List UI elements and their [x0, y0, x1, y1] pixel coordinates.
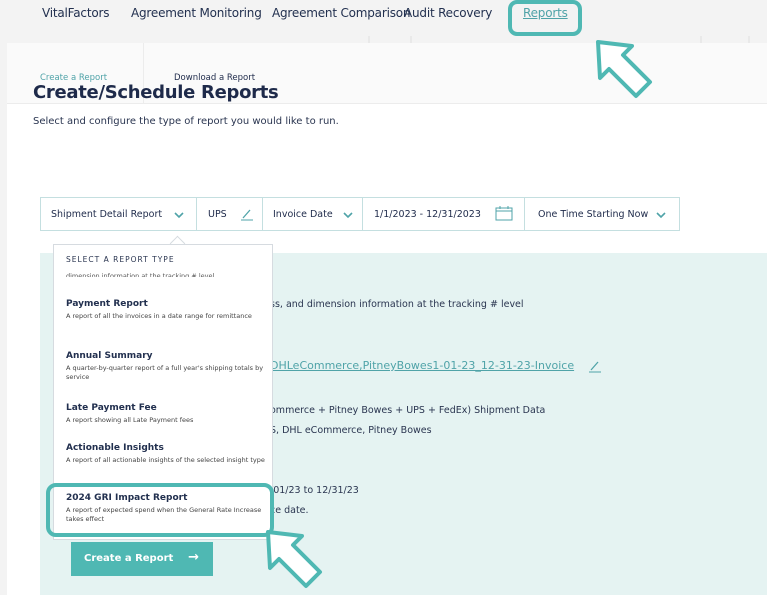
report-filter-bar: Shipment Detail Report UPS Invoice Date …	[40, 197, 680, 231]
create-report-label: Create a Report	[84, 553, 174, 564]
callout-arrow-icon	[266, 530, 322, 588]
nav-item-agreement-comparison[interactable]: Agreement Comparison	[272, 6, 411, 20]
create-report-button[interactable]: Create a Report →	[71, 542, 213, 576]
report-option-late-payment-fee[interactable]: Late Payment Fee A report showing all La…	[66, 403, 266, 425]
nav-item-vitalfactors[interactable]: VitalFactors	[42, 6, 109, 20]
report-option-annual-summary[interactable]: Annual Summary A quarter-by-quarter repo…	[66, 351, 266, 382]
reports-highlight	[508, 0, 582, 36]
date-field-select[interactable]: Invoice Date	[263, 198, 363, 230]
report-option-desc: A quarter-by-quarter report of a full ye…	[66, 364, 264, 381]
pencil-icon[interactable]	[588, 359, 602, 373]
date-range-picker[interactable]: 1/1/2023 - 12/31/2023	[363, 198, 525, 230]
date-range-value: 1/1/2023 - 12/31/2023	[374, 209, 481, 220]
dropdown-scrolled-text: dimension information at the tracking # …	[66, 272, 215, 277]
top-nav: VitalFactors Agreement Monitoring Agreem…	[0, 0, 767, 36]
nav-item-audit-recovery[interactable]: Audit Recovery	[404, 6, 492, 20]
report-option-name: Annual Summary	[66, 351, 153, 361]
pencil-icon[interactable]	[240, 207, 254, 221]
summary-description: ss, and dimension information at the tra…	[270, 299, 524, 310]
report-option-payment[interactable]: Payment Report A report of all the invoi…	[66, 299, 266, 321]
report-option-name: Actionable Insights	[66, 443, 164, 453]
carrier-field[interactable]: UPS	[197, 198, 263, 230]
arrow-right-icon: →	[188, 550, 199, 565]
carrier-value: UPS	[208, 209, 227, 220]
page-title: Create/Schedule Reports	[33, 82, 279, 103]
summary-date-type: ce date.	[270, 505, 309, 516]
summary-date-range: /01/23 to 12/31/23	[270, 485, 359, 496]
schedule-value: One Time Starting Now	[538, 209, 649, 220]
chevron-down-icon	[656, 212, 666, 219]
chevron-down-icon	[174, 212, 184, 219]
report-type-select[interactable]: Shipment Detail Report	[41, 198, 197, 230]
report-option-name: Late Payment Fee	[66, 403, 157, 413]
report-option-desc: A report showing all Late Payment fees	[66, 416, 194, 424]
report-option-name: Payment Report	[66, 299, 148, 309]
page-subtitle: Select and configure the type of report …	[33, 116, 339, 127]
nav-item-agreement-monitoring[interactable]: Agreement Monitoring	[131, 6, 262, 20]
report-option-desc: A report of all the invoices in a date r…	[66, 312, 252, 320]
gri-option-highlight	[46, 483, 274, 537]
summary-filename-link[interactable]: DHLeCommerce,PitneyBowes1-01-23_12-31-23…	[270, 359, 574, 372]
summary-carriers: S, DHL eCommerce, Pitney Bowes	[270, 425, 432, 436]
callout-arrow-icon	[596, 40, 652, 98]
date-field-value: Invoice Date	[273, 209, 333, 220]
schedule-select[interactable]: One Time Starting Now	[525, 198, 681, 230]
report-option-desc: A report of all actionable insights of t…	[66, 456, 265, 464]
calendar-icon[interactable]	[495, 205, 513, 221]
dropdown-header: SELECT A REPORT TYPE	[66, 255, 175, 264]
report-type-value: Shipment Detail Report	[51, 209, 163, 220]
chevron-down-icon	[343, 212, 353, 219]
report-option-actionable-insights[interactable]: Actionable Insights A report of all acti…	[66, 443, 266, 465]
summary-data-source: ommerce + Pitney Bowes + UPS + FedEx) Sh…	[270, 405, 546, 416]
